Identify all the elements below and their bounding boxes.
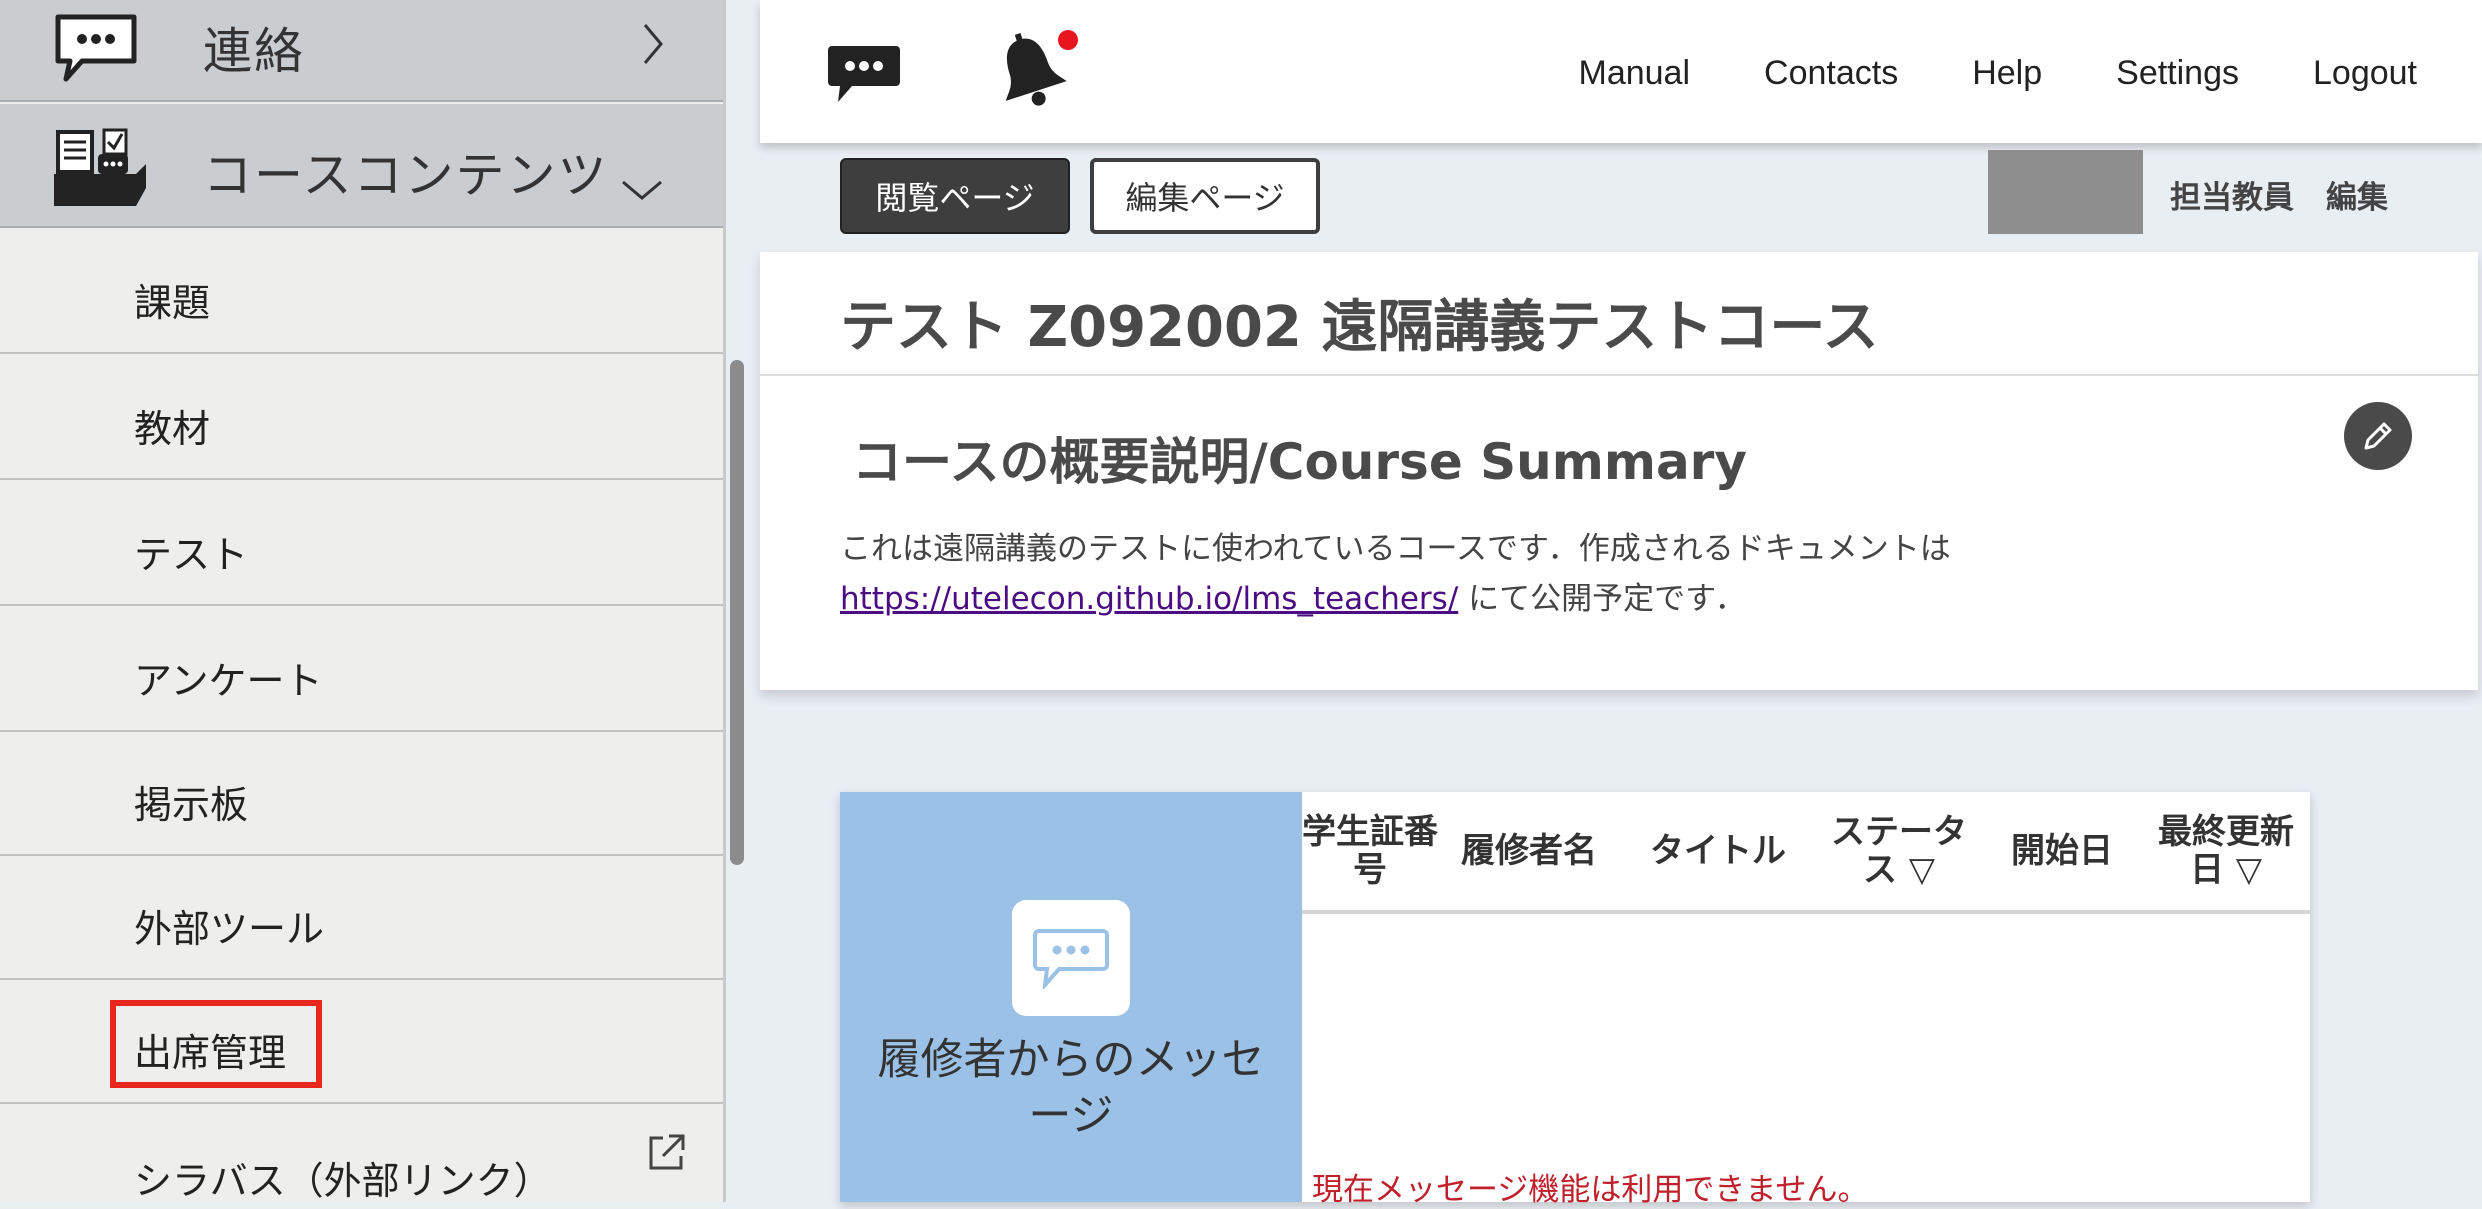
sidebar-item-attendance[interactable]: 出席管理 [0,978,723,1104]
chat-icon [52,13,140,87]
student-messages-widget: 履修者からのメッセージ 学生証番号 履修者名 タイトル ステータス ▽ 開始日 … [840,792,2310,1208]
column-student-name[interactable]: 履修者名 [1438,832,1620,870]
column-status[interactable]: ステータス ▽ [1816,813,1982,889]
sidebar-section-renraku[interactable]: 連絡 [0,0,723,102]
summary-suffix: にて公開予定です． [1458,581,1746,617]
chevron-down-icon [619,158,665,214]
message-icon[interactable] [826,44,902,110]
course-box-icon [52,128,148,214]
divider [760,374,2478,376]
messages-table-header: 学生証番号 履修者名 タイトル ステータス ▽ 開始日 最終更新日 ▽ [1302,792,2310,914]
attendance-highlight-box [110,1000,322,1088]
sidebar-item-syllabus-link[interactable]: シラバス（外部リンク） [0,1104,723,1202]
edit-page-button[interactable]: 編集ページ [1090,158,1320,234]
external-link-icon [645,1132,687,1178]
teacher-photo [1988,150,2143,234]
chevron-right-icon [641,21,665,79]
sidebar-item-test[interactable]: テスト [0,480,723,606]
sidebar-item-label: 教材 [134,407,211,451]
column-last-updated[interactable]: 最終更新日 ▽ [2142,813,2310,889]
messages-panel-label: 履修者からのメッセージ [877,1035,1265,1141]
page-title: テスト Z092002 遠隔講義テストコース [840,295,1879,360]
sidebar-item-label: テスト [134,533,249,577]
nav-settings-link[interactable]: Settings [2116,54,2239,93]
messages-unavailable-notice: 現在メッセージ機能は利用できません。 [1312,1172,1869,1208]
course-summary-heading: コースの概要説明/Course Summary [852,433,1747,491]
top-bar: Manual Contacts Help Settings Logout [760,0,2482,143]
nav-logout-link[interactable]: Logout [2313,54,2417,93]
notification-bell-icon[interactable] [990,28,1082,116]
documentation-link[interactable]: https://utelecon.github.io/lms_teachers/ [840,581,1458,617]
column-title[interactable]: タイトル [1620,832,1816,870]
nav-contacts-link[interactable]: Contacts [1764,54,1898,93]
sidebar-item-label: 掲示板 [134,783,249,827]
course-panel: テスト Z092002 遠隔講義テストコース コースの概要説明/Course S… [760,252,2478,690]
sidebar: 連絡 コースコンテンツ 課題 教材 テスト アンケート 掲示板 外部ツール 出席… [0,0,726,1202]
summary-line: これは遠隔講義のテストに使われているコースです．作成されるドキュメントは [840,531,1951,567]
sidebar-item-bulletin-board[interactable]: 掲示板 [0,730,723,856]
summary-line: https://utelecon.github.io/lms_teachers/… [840,574,1951,624]
sidebar-section-course-contents[interactable]: コースコンテンツ [0,104,723,228]
sidebar-item-external-tools[interactable]: 外部ツール [0,854,723,980]
nav-help-link[interactable]: Help [1972,54,2042,93]
messages-panel: 履修者からのメッセージ [840,792,1302,1202]
sidebar-item-survey[interactable]: アンケート [0,606,723,732]
teacher-edit-link[interactable]: 編集 [2326,172,2388,217]
sidebar-item-label: 外部ツール [134,907,325,951]
sidebar-section-label: コースコンテンツ [203,147,609,204]
top-nav: Manual Contacts Help Settings Logout [1579,54,2418,93]
sidebar-item-kadai[interactable]: 課題 [0,228,723,354]
nav-manual-link[interactable]: Manual [1579,54,1691,93]
column-start-date[interactable]: 開始日 [1982,832,2142,870]
sidebar-item-label: アンケート [134,659,323,703]
teacher-label: 担当教員 [2170,180,2294,216]
sidebar-item-kyozai[interactable]: 教材 [0,354,723,480]
course-summary-text: これは遠隔講義のテストに使われているコースです．作成されるドキュメントは htt… [840,524,1951,624]
edit-pencil-icon[interactable] [2344,402,2412,470]
sidebar-scrollbar[interactable] [730,360,744,865]
sidebar-item-label: シラバス（外部リンク） [134,1159,552,1202]
sidebar-section-label: 連絡 [203,23,306,80]
view-page-button[interactable]: 閲覧ページ [840,158,1070,234]
message-bubble-icon [1012,900,1130,1016]
sidebar-item-label: 課題 [134,281,211,325]
column-student-id[interactable]: 学生証番号 [1302,813,1438,889]
